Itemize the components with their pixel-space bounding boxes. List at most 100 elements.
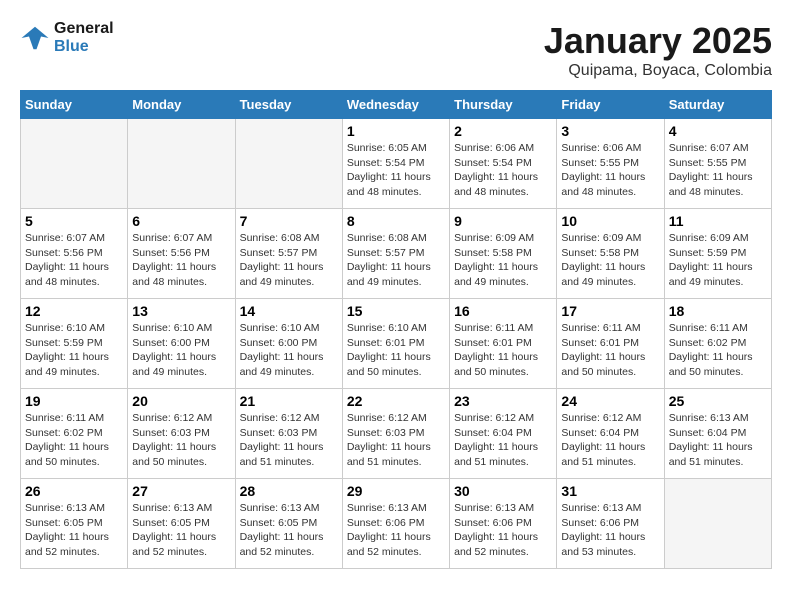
header-saturday: Saturday (664, 91, 771, 119)
day-number: 21 (240, 393, 338, 409)
calendar-table: SundayMondayTuesdayWednesdayThursdayFrid… (20, 90, 772, 569)
day-info: Sunrise: 6:08 AM Sunset: 5:57 PM Dayligh… (240, 231, 338, 290)
day-info: Sunrise: 6:11 AM Sunset: 6:01 PM Dayligh… (454, 321, 552, 380)
day-number: 28 (240, 483, 338, 499)
day-info: Sunrise: 6:12 AM Sunset: 6:03 PM Dayligh… (132, 411, 230, 470)
day-info: Sunrise: 6:07 AM Sunset: 5:55 PM Dayligh… (669, 141, 767, 200)
day-number: 8 (347, 213, 445, 229)
logo-general: General (54, 20, 114, 37)
day-cell: 8 Sunrise: 6:08 AM Sunset: 5:57 PM Daylig… (342, 209, 449, 299)
day-cell (235, 119, 342, 209)
location-subtitle: Quipama, Boyaca, Colombia (544, 62, 772, 80)
day-cell: 14Sunrise: 6:10 AM Sunset: 6:00 PM Dayli… (235, 299, 342, 389)
day-info: Sunrise: 6:09 AM Sunset: 5:59 PM Dayligh… (669, 231, 767, 290)
day-number: 10 (561, 213, 659, 229)
week-row-1: 1 Sunrise: 6:05 AM Sunset: 5:54 PM Daylig… (21, 119, 772, 209)
day-cell (128, 119, 235, 209)
day-info: Sunrise: 6:09 AM Sunset: 5:58 PM Dayligh… (454, 231, 552, 290)
day-cell: 7 Sunrise: 6:08 AM Sunset: 5:57 PM Daylig… (235, 209, 342, 299)
day-info: Sunrise: 6:13 AM Sunset: 6:04 PM Dayligh… (669, 411, 767, 470)
day-cell: 11 Sunrise: 6:09 AM Sunset: 5:59 PM Dayli… (664, 209, 771, 299)
day-number: 7 (240, 213, 338, 229)
day-number: 9 (454, 213, 552, 229)
day-cell: 10 Sunrise: 6:09 AM Sunset: 5:58 PM Dayli… (557, 209, 664, 299)
day-cell: 23Sunrise: 6:12 AM Sunset: 6:04 PM Dayli… (450, 389, 557, 479)
day-number: 15 (347, 303, 445, 319)
day-cell: 29 Sunrise: 6:13 AM Sunset: 6:06 PM Dayli… (342, 479, 449, 569)
week-row-3: 12 Sunrise: 6:10 AM Sunset: 5:59 PM Dayli… (21, 299, 772, 389)
calendar-header-row: SundayMondayTuesdayWednesdayThursdayFrid… (21, 91, 772, 119)
day-info: Sunrise: 6:10 AM Sunset: 6:01 PM Dayligh… (347, 321, 445, 380)
day-info: Sunrise: 6:10 AM Sunset: 5:59 PM Dayligh… (25, 321, 123, 380)
day-cell: 22 Sunrise: 6:12 AM Sunset: 6:03 PM Dayli… (342, 389, 449, 479)
day-number: 30 (454, 483, 552, 499)
day-info: Sunrise: 6:13 AM Sunset: 6:05 PM Dayligh… (25, 501, 123, 560)
day-number: 22 (347, 393, 445, 409)
day-number: 16 (454, 303, 552, 319)
day-cell (664, 479, 771, 569)
day-cell: 31Sunrise: 6:13 AM Sunset: 6:06 PM Dayli… (557, 479, 664, 569)
day-info: Sunrise: 6:06 AM Sunset: 5:55 PM Dayligh… (561, 141, 659, 200)
day-cell: 12 Sunrise: 6:10 AM Sunset: 5:59 PM Dayli… (21, 299, 128, 389)
day-cell: 19Sunrise: 6:11 AM Sunset: 6:02 PM Dayli… (21, 389, 128, 479)
day-number: 5 (25, 213, 123, 229)
page-header: General Blue January 2025 Quipama, Boyac… (20, 20, 772, 80)
day-number: 25 (669, 393, 767, 409)
header-tuesday: Tuesday (235, 91, 342, 119)
day-info: Sunrise: 6:06 AM Sunset: 5:54 PM Dayligh… (454, 141, 552, 200)
day-number: 19 (25, 393, 123, 409)
day-info: Sunrise: 6:13 AM Sunset: 6:05 PM Dayligh… (132, 501, 230, 560)
header-thursday: Thursday (450, 91, 557, 119)
day-info: Sunrise: 6:10 AM Sunset: 6:00 PM Dayligh… (132, 321, 230, 380)
title-block: January 2025 Quipama, Boyaca, Colombia (544, 20, 772, 80)
day-cell: 6 Sunrise: 6:07 AM Sunset: 5:56 PM Daylig… (128, 209, 235, 299)
day-number: 18 (669, 303, 767, 319)
day-cell: 17 Sunrise: 6:11 AM Sunset: 6:01 PM Dayli… (557, 299, 664, 389)
day-number: 12 (25, 303, 123, 319)
header-wednesday: Wednesday (342, 91, 449, 119)
logo-icon (20, 23, 50, 53)
day-info: Sunrise: 6:12 AM Sunset: 6:04 PM Dayligh… (454, 411, 552, 470)
day-cell: 20 Sunrise: 6:12 AM Sunset: 6:03 PM Dayli… (128, 389, 235, 479)
day-info: Sunrise: 6:13 AM Sunset: 6:06 PM Dayligh… (454, 501, 552, 560)
logo-blue: Blue (54, 38, 89, 55)
day-info: Sunrise: 6:12 AM Sunset: 6:03 PM Dayligh… (347, 411, 445, 470)
day-info: Sunrise: 6:07 AM Sunset: 5:56 PM Dayligh… (25, 231, 123, 290)
day-number: 6 (132, 213, 230, 229)
day-cell: 5 Sunrise: 6:07 AM Sunset: 5:56 PM Daylig… (21, 209, 128, 299)
day-info: Sunrise: 6:08 AM Sunset: 5:57 PM Dayligh… (347, 231, 445, 290)
day-info: Sunrise: 6:12 AM Sunset: 6:03 PM Dayligh… (240, 411, 338, 470)
day-number: 4 (669, 123, 767, 139)
day-cell: 25 Sunrise: 6:13 AM Sunset: 6:04 PM Dayli… (664, 389, 771, 479)
day-cell: 27Sunrise: 6:13 AM Sunset: 6:05 PM Dayli… (128, 479, 235, 569)
day-cell (21, 119, 128, 209)
day-cell: 13Sunrise: 6:10 AM Sunset: 6:00 PM Dayli… (128, 299, 235, 389)
header-friday: Friday (557, 91, 664, 119)
day-number: 1 (347, 123, 445, 139)
day-cell: 9 Sunrise: 6:09 AM Sunset: 5:58 PM Daylig… (450, 209, 557, 299)
day-info: Sunrise: 6:13 AM Sunset: 6:06 PM Dayligh… (347, 501, 445, 560)
day-cell: 16 Sunrise: 6:11 AM Sunset: 6:01 PM Dayli… (450, 299, 557, 389)
day-number: 3 (561, 123, 659, 139)
day-cell: 2 Sunrise: 6:06 AM Sunset: 5:54 PM Daylig… (450, 119, 557, 209)
month-title: January 2025 (544, 20, 772, 62)
day-cell: 15 Sunrise: 6:10 AM Sunset: 6:01 PM Dayli… (342, 299, 449, 389)
day-number: 29 (347, 483, 445, 499)
day-number: 11 (669, 213, 767, 229)
header-monday: Monday (128, 91, 235, 119)
day-cell: 24Sunrise: 6:12 AM Sunset: 6:04 PM Dayli… (557, 389, 664, 479)
day-info: Sunrise: 6:09 AM Sunset: 5:58 PM Dayligh… (561, 231, 659, 290)
day-info: Sunrise: 6:05 AM Sunset: 5:54 PM Dayligh… (347, 141, 445, 200)
day-info: Sunrise: 6:11 AM Sunset: 6:01 PM Dayligh… (561, 321, 659, 380)
week-row-5: 26Sunrise: 6:13 AM Sunset: 6:05 PM Dayli… (21, 479, 772, 569)
day-number: 20 (132, 393, 230, 409)
day-number: 2 (454, 123, 552, 139)
day-info: Sunrise: 6:11 AM Sunset: 6:02 PM Dayligh… (669, 321, 767, 380)
day-info: Sunrise: 6:13 AM Sunset: 6:06 PM Dayligh… (561, 501, 659, 560)
day-cell: 26Sunrise: 6:13 AM Sunset: 6:05 PM Dayli… (21, 479, 128, 569)
week-row-4: 19Sunrise: 6:11 AM Sunset: 6:02 PM Dayli… (21, 389, 772, 479)
day-number: 17 (561, 303, 659, 319)
day-cell: 21 Sunrise: 6:12 AM Sunset: 6:03 PM Dayli… (235, 389, 342, 479)
logo: General Blue (20, 20, 114, 55)
day-info: Sunrise: 6:07 AM Sunset: 5:56 PM Dayligh… (132, 231, 230, 290)
